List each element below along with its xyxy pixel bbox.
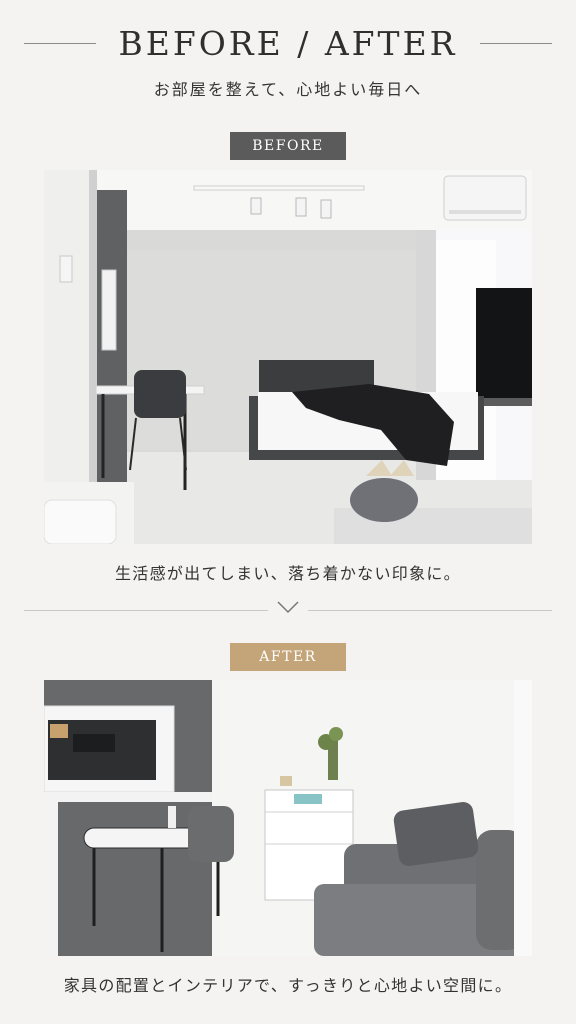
- section-divider-left: [24, 610, 268, 611]
- after-badge: AFTER: [230, 643, 346, 671]
- header-rule-left: [24, 43, 96, 44]
- chevron-down-icon: [277, 601, 299, 614]
- before-photo: [44, 170, 532, 544]
- after-photo: [44, 680, 532, 956]
- header-rule-right: [480, 43, 552, 44]
- page-header: BEFORE / AFTER: [0, 22, 576, 66]
- before-caption: 生活感が出てしまい、落ち着かない印象に。: [114, 564, 461, 583]
- page-title: BEFORE / AFTER: [118, 24, 458, 63]
- before-room-illustration: [44, 170, 532, 544]
- after-room-illustration: [44, 680, 532, 956]
- before-badge: BEFORE: [230, 132, 346, 160]
- page-subtitle: お部屋を整えて、心地よい毎日へ: [153, 80, 423, 99]
- section-divider-right: [308, 610, 552, 611]
- after-caption: 家具の配置とインテリアで、すっきりと心地よい空間に。: [63, 976, 513, 995]
